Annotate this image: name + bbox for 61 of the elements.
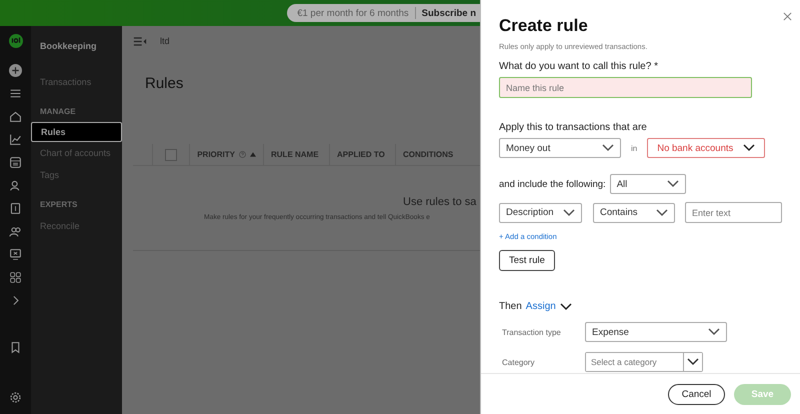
plus-icon[interactable]	[9, 64, 22, 77]
bank-accounts-dropdown[interactable]: No bank accounts	[647, 138, 766, 158]
then-label: Then	[499, 301, 522, 312]
logo-icon[interactable]	[8, 34, 22, 48]
menu-icon[interactable]	[9, 87, 22, 100]
chart-icon[interactable]	[9, 133, 22, 146]
column-header[interactable]: RULE NAME	[263, 144, 329, 165]
column-title: PRIORITY	[197, 150, 235, 159]
assign-link[interactable]: Assign	[526, 301, 556, 312]
chevron-down-icon	[602, 144, 614, 152]
chevron-down-icon	[743, 144, 756, 152]
column-header[interactable]: APPLIED TO	[329, 144, 395, 165]
field-label: Transaction type	[501, 328, 562, 336]
bookmark-icon[interactable]	[9, 341, 22, 354]
condition-operator-dropdown[interactable]: Contains	[592, 202, 676, 222]
column-title: CONDITIONS	[403, 150, 454, 159]
settings-icon[interactable]	[9, 391, 22, 404]
chevron-down-icon	[563, 208, 576, 216]
in-label: in	[631, 144, 638, 152]
transaction-type-dropdown[interactable]: Expense	[585, 322, 727, 342]
condition-field-dropdown[interactable]: Description	[499, 202, 582, 222]
offer-text: €1 per month for 6 months	[297, 8, 409, 18]
chevron-down-icon	[560, 302, 572, 310]
test-rule-button[interactable]: Test rule	[499, 250, 555, 271]
category-combobox[interactable]: Select a category	[585, 352, 703, 372]
people-icon[interactable]	[9, 179, 22, 192]
chevron-down-icon	[708, 328, 720, 336]
close-icon	[783, 12, 792, 21]
dialog-title: Create rule	[499, 16, 589, 36]
rule-name-field[interactable]: Name this rule	[499, 77, 752, 98]
chevron-down-icon	[687, 358, 699, 366]
calendar-icon[interactable]	[9, 156, 22, 169]
document-icon[interactable]	[9, 202, 22, 215]
home-icon[interactable]	[9, 110, 22, 123]
cancel-button[interactable]: Cancel	[668, 384, 725, 404]
company-name: ltd	[160, 36, 170, 46]
match-dropdown[interactable]: All	[610, 174, 686, 194]
select-all-checkbox[interactable]	[165, 148, 178, 160]
page-title: Rules	[145, 75, 184, 92]
nav-heading: MANAGE	[39, 106, 77, 118]
nav-heading: EXPERTS	[39, 199, 78, 211]
monitor-icon[interactable]	[9, 248, 22, 261]
field-label: Category	[501, 358, 536, 366]
field-label: What do you want to call this rule? *	[499, 61, 659, 72]
column-title: APPLIED TO	[337, 150, 385, 159]
app-title: Bookkeeping	[39, 40, 98, 53]
chevron-down-icon	[666, 180, 679, 188]
direction-dropdown[interactable]: Money out	[499, 138, 621, 158]
nav-item[interactable]: Rules	[31, 122, 122, 142]
sort-up-icon[interactable]	[250, 152, 256, 157]
apps-grid-icon[interactable]	[9, 271, 22, 284]
collapse-menu-icon[interactable]	[133, 36, 147, 46]
field-label: Apply this to transactions that are	[499, 122, 648, 133]
subscribe-link[interactable]: Subscribe n	[422, 8, 476, 18]
condition-text-field[interactable]: Enter text	[685, 202, 782, 223]
column-header[interactable]: PRIORITY	[189, 144, 263, 165]
include-label: and include the following:	[499, 178, 606, 190]
empty-state-title: Use rules to sa	[403, 196, 478, 208]
column-title: RULE NAME	[271, 150, 319, 159]
contacts-icon[interactable]	[9, 225, 22, 238]
chevron-down-icon	[656, 208, 668, 216]
